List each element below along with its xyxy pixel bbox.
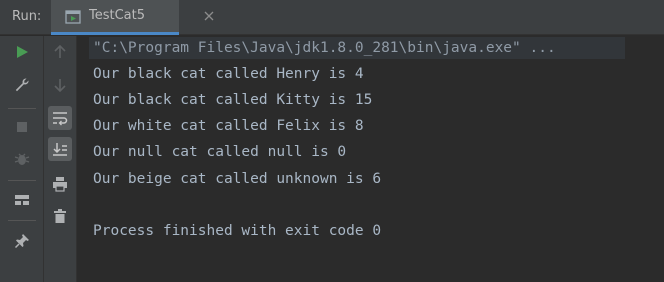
print-icon: [53, 177, 67, 192]
trash-icon: [54, 209, 66, 223]
rerun-button[interactable]: [10, 40, 34, 64]
tab-label: TestCat5: [89, 8, 146, 23]
soft-wrap-button[interactable]: [48, 106, 72, 130]
soft-wrap-icon: [53, 112, 68, 126]
stop-icon: [17, 122, 27, 132]
run-panel-header: Run: TestCat5: [0, 0, 664, 35]
output-line: Our black cat called Kitty is 15: [93, 92, 373, 108]
scroll-to-end-button[interactable]: [48, 137, 72, 161]
tab-testcat5[interactable]: TestCat5: [51, 0, 214, 35]
stop-button[interactable]: [10, 115, 34, 139]
pin-icon: [14, 234, 29, 249]
run-toolbar-right: [44, 36, 77, 282]
command-line[interactable]: "C:\Program Files\Java\jdk1.8.0_281\bin\…: [93, 39, 556, 57]
restart-debug-button[interactable]: [10, 147, 34, 171]
exit-message: Process finished with exit code 0: [93, 223, 382, 239]
run-config-icon: [65, 10, 81, 24]
wrench-icon: [15, 78, 29, 92]
up-button[interactable]: [48, 40, 72, 64]
run-label: Run:: [12, 9, 42, 24]
pin-button[interactable]: [10, 229, 34, 253]
close-icon[interactable]: [203, 10, 215, 22]
print-button[interactable]: [48, 172, 72, 196]
play-icon: [17, 46, 28, 58]
bug-icon: [14, 153, 30, 165]
arrow-down-icon: [54, 79, 66, 93]
layout-button[interactable]: [10, 188, 34, 212]
output-line: Our white cat called Felix is 8: [93, 118, 364, 134]
down-button[interactable]: [48, 73, 72, 97]
run-toolbar-left: [0, 36, 44, 282]
output-line: Our beige cat called unknown is 6: [93, 171, 382, 187]
output-line: Our null cat called null is 0: [93, 144, 347, 160]
console-output[interactable]: "C:\Program Files\Java\jdk1.8.0_281\bin\…: [77, 36, 664, 282]
layout-icon: [15, 195, 29, 205]
output-line: Our black cat called Henry is 4: [93, 66, 364, 82]
scroll-to-end-icon: [53, 143, 67, 156]
arrow-up-icon: [54, 44, 66, 58]
modify-config-button[interactable]: [10, 73, 34, 97]
clear-button[interactable]: [48, 204, 72, 228]
